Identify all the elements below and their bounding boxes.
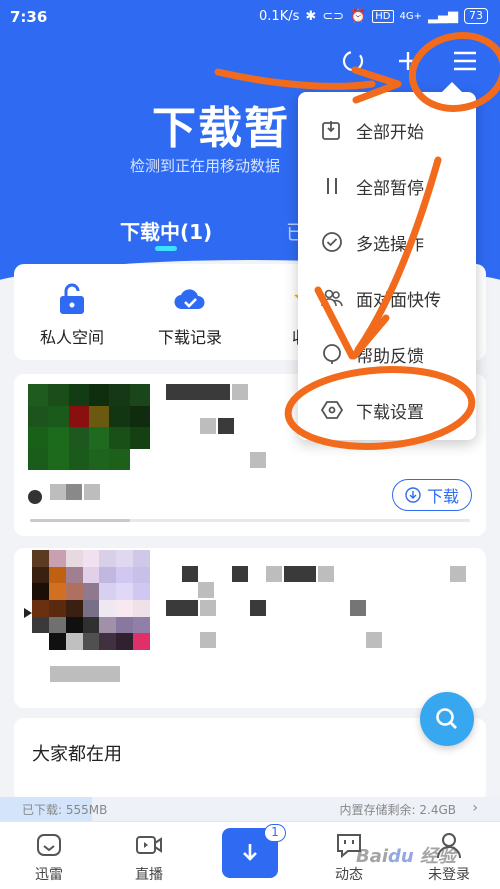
rec-meta-redacted: [198, 582, 214, 598]
nav-live[interactable]: 直播: [114, 830, 184, 884]
storage-free: 内置存储剩余: 2.4GB: [339, 803, 456, 817]
nav-label: 直播: [135, 867, 163, 883]
download-progress-fill: [30, 519, 130, 522]
mobile-data-notice: 检测到正在用移动数据: [130, 157, 281, 175]
home-icon: [34, 830, 64, 860]
task-meta-redacted: [250, 452, 266, 468]
download-status-icon: [28, 490, 42, 504]
private-space-button[interactable]: 私人空间: [22, 282, 122, 348]
hd-badge: HD: [372, 9, 394, 23]
nav-label: 迅雷: [35, 867, 63, 883]
status-bar: 7:36 0.1K/s ✱ ⊂⊃ ⏰ HD 4G+ ▂▄▆ 73: [0, 0, 500, 34]
bluetooth-icon: ✱: [305, 8, 317, 24]
rec-title-redacted: [318, 566, 334, 582]
rec-title-redacted: [284, 566, 316, 582]
task-meta-redacted: [200, 418, 216, 434]
menu-item-label: 多选操作: [356, 234, 424, 255]
download-arrow-icon: [405, 487, 421, 503]
download-progress-bar: [30, 519, 470, 522]
chevron-right-icon: ›: [472, 800, 478, 816]
hexagon-settings-icon: [320, 398, 344, 422]
storage-bar[interactable]: 已下载: 555MB 内置存储剩余: 2.4GB ›: [0, 797, 500, 821]
task-title-redacted: [166, 384, 230, 400]
rec-meta-redacted: [250, 600, 266, 616]
menu-download-settings[interactable]: 下载设置: [298, 382, 476, 438]
storage-downloaded: 已下载: 555MB: [22, 803, 108, 817]
rec-title-redacted: [182, 566, 198, 582]
pause-icon: [320, 174, 344, 198]
menu-item-label: 下载设置: [356, 402, 424, 423]
task-title-redacted: [232, 384, 248, 400]
rec-play-marker: [24, 608, 32, 618]
nav-home[interactable]: 迅雷: [14, 830, 84, 884]
rec-meta-redacted: [200, 600, 216, 616]
rec-title-redacted: [450, 566, 466, 582]
status-time: 7:36: [10, 8, 48, 26]
menu-help-feedback[interactable]: 帮助反馈: [298, 326, 476, 382]
recommendation-card[interactable]: [14, 548, 486, 708]
quick-item-label: 下载记录: [157, 328, 222, 347]
menu-icon[interactable]: [448, 44, 482, 78]
check-circle-icon: [320, 230, 344, 254]
nav-label: 未登录: [428, 867, 470, 883]
rec-meta-redacted: [200, 632, 216, 648]
task-thumbnail: [28, 384, 150, 470]
menu-multi-select[interactable]: 多选操作: [298, 214, 476, 270]
download-history-button[interactable]: 下载记录: [140, 282, 240, 348]
search-fab[interactable]: [420, 692, 474, 746]
menu-item-label: 全部开始: [356, 122, 424, 143]
download-icon: [243, 844, 257, 861]
rec-meta-redacted: [366, 632, 382, 648]
menu-item-label: 面对面快传: [356, 290, 441, 311]
page-title: 下载暂: [152, 103, 290, 154]
sync-icon[interactable]: [336, 44, 370, 78]
task-speed-redacted: [66, 484, 82, 500]
nav-label: 动态: [335, 867, 363, 883]
video-icon: [134, 830, 164, 860]
status-indicators: 0.1K/s ✱ ⊂⊃ ⏰ HD 4G+ ▂▄▆ 73: [259, 8, 488, 24]
help-icon: [320, 342, 344, 366]
menu-pause-all[interactable]: 全部暂停: [298, 158, 476, 214]
menu-item-label: 全部暂停: [356, 178, 424, 199]
network-type: 4G+: [399, 10, 423, 22]
people-icon: [320, 286, 344, 310]
rec-meta-redacted: [166, 600, 198, 616]
alarm-icon: ⏰: [350, 8, 367, 24]
quick-item-label: 私人空间: [39, 328, 104, 347]
search-icon: [436, 708, 457, 729]
add-icon[interactable]: [391, 44, 425, 78]
signal-icon: ▂▄▆: [428, 8, 458, 24]
cloud-check-icon: [173, 282, 207, 316]
tab-indicator: [155, 246, 177, 251]
menu-item-label: 帮助反馈: [356, 346, 424, 367]
task-speed-redacted: [50, 484, 66, 500]
menu-start-all[interactable]: 全部开始: [298, 102, 476, 158]
tab-downloading[interactable]: 下载中(1): [120, 216, 212, 245]
download-button-label: 下载: [426, 487, 459, 506]
battery-icon: 73: [464, 8, 488, 24]
baidu-watermark: Baidu 经验: [356, 846, 457, 867]
network-speed: 0.1K/s: [259, 8, 300, 24]
section-title: 大家都在用: [32, 744, 122, 765]
rec-title-redacted: [232, 566, 248, 582]
resume-download-button[interactable]: 下载: [392, 479, 472, 511]
start-all-icon: [320, 118, 344, 142]
download-count-badge: 1: [264, 824, 286, 842]
lock-icon: [55, 282, 89, 316]
recommendation-thumbnail: [32, 550, 150, 650]
task-meta-redacted: [218, 418, 234, 434]
rec-stats-redacted: [50, 666, 120, 682]
task-speed-redacted: [84, 484, 100, 500]
toggle-icon: ⊂⊃: [322, 8, 345, 24]
menu-face-to-face[interactable]: 面对面快传: [298, 270, 476, 326]
rec-meta-redacted: [350, 600, 366, 616]
overflow-menu: 全部开始 全部暂停 多选操作 面对面快传 帮助反馈 下载设置: [298, 82, 476, 440]
rec-title-redacted: [266, 566, 282, 582]
